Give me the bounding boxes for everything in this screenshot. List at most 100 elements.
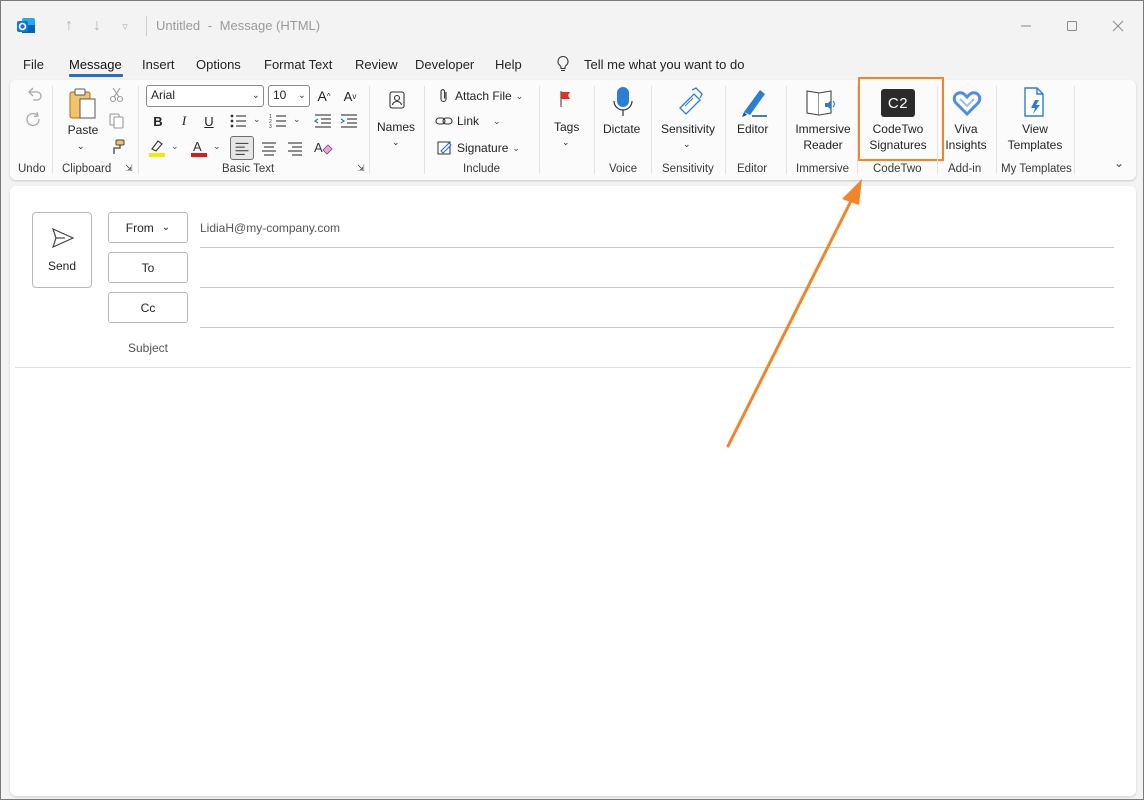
group-label-sensitivity: Sensitivity: [662, 163, 714, 175]
clipboard-launcher-icon[interactable]: ⇲: [125, 163, 133, 174]
italic-button[interactable]: I: [173, 110, 195, 132]
undo-icon[interactable]: [24, 84, 44, 104]
group-label-codetwo: CodeTwo: [873, 163, 922, 175]
chevron-down-icon[interactable]: ⌄: [562, 134, 570, 150]
align-center-icon[interactable]: [257, 136, 281, 160]
immersive-reader-label-line2: Reader: [803, 138, 843, 152]
format-painter-icon[interactable]: [108, 138, 126, 156]
group-divider: [651, 86, 652, 174]
tab-help[interactable]: Help: [495, 57, 522, 72]
to-field[interactable]: [200, 287, 1114, 288]
immersive-reader-button[interactable]: Immersive Reader: [793, 121, 853, 153]
chevron-down-icon[interactable]: ⌄: [392, 134, 400, 150]
tab-file[interactable]: File: [23, 57, 44, 72]
tags-button[interactable]: Tags: [554, 119, 579, 135]
underline-button[interactable]: U: [198, 110, 220, 132]
increase-indent-icon[interactable]: [339, 112, 359, 130]
svg-text:A: A: [193, 139, 202, 154]
address-book-icon[interactable]: [387, 90, 407, 110]
cc-button[interactable]: Cc: [108, 292, 188, 323]
tab-options[interactable]: Options: [196, 57, 241, 72]
grow-font-icon[interactable]: A ^: [313, 85, 335, 107]
tab-message[interactable]: Message: [69, 57, 122, 72]
basic-text-launcher-icon[interactable]: ⇲: [357, 163, 365, 174]
group-label-my-templates: My Templates: [1001, 163, 1072, 175]
group-label-immersive: Immersive: [796, 163, 850, 175]
flag-icon[interactable]: [557, 89, 575, 109]
chevron-down-icon[interactable]: ⌄: [171, 141, 179, 152]
paste-icon[interactable]: [68, 87, 98, 121]
font-name-value: Arial: [151, 88, 176, 102]
chevron-down-icon[interactable]: ⌄: [253, 114, 261, 125]
decrease-indent-icon[interactable]: [313, 112, 333, 130]
microphone-icon[interactable]: [611, 85, 635, 119]
immersive-reader-icon[interactable]: [805, 87, 839, 117]
chevron-down-icon: ⌄: [515, 90, 524, 101]
close-icon[interactable]: [1106, 15, 1130, 37]
view-templates-button[interactable]: View Templates: [1005, 121, 1065, 153]
subject-label: Subject: [127, 341, 169, 355]
chevron-down-icon[interactable]: ⌄: [293, 114, 301, 125]
down-arrow-icon[interactable]: ↓: [87, 16, 107, 36]
highlighter-icon[interactable]: [147, 138, 167, 158]
font-size-combo[interactable]: 10 ⌄: [268, 85, 310, 107]
shrink-font-icon[interactable]: Av: [339, 85, 361, 107]
from-address: LidiaH@my-company.com: [200, 221, 340, 235]
link-button[interactable]: Link ⌄: [435, 114, 501, 128]
link-label: Link: [457, 114, 480, 128]
tell-me-search[interactable]: Tell me what you want to do: [556, 55, 744, 73]
clear-formatting-icon[interactable]: A: [313, 138, 333, 158]
group-divider: [725, 86, 726, 174]
sensitivity-button[interactable]: Sensitivity: [661, 121, 715, 137]
paste-button[interactable]: Paste: [66, 122, 100, 138]
viva-insights-icon[interactable]: [951, 86, 983, 118]
window-title: Untitled - Message (HTML): [156, 18, 320, 33]
tab-review[interactable]: Review: [355, 57, 398, 72]
group-divider: [1074, 86, 1075, 174]
compose-pane: Send From ⌄ LidiaH@my-company.com To Cc …: [10, 186, 1136, 796]
cut-icon[interactable]: [108, 86, 126, 104]
chevron-down-icon[interactable]: ⌄: [683, 136, 691, 152]
font-name-combo[interactable]: Arial ⌄: [146, 85, 264, 107]
viva-insights-button[interactable]: Viva Insights: [943, 121, 989, 153]
align-left-icon[interactable]: [230, 136, 254, 160]
cc-field[interactable]: [200, 327, 1114, 328]
title-bar: ↑ ↓ ▿ Untitled - Message (HTML): [1, 1, 1143, 51]
tab-developer[interactable]: Developer: [415, 57, 474, 72]
view-templates-icon[interactable]: [1021, 86, 1049, 118]
editor-pen-icon[interactable]: [738, 86, 770, 118]
customize-quick-access-icon[interactable]: ▿: [115, 16, 135, 36]
up-arrow-icon[interactable]: ↑: [59, 16, 79, 36]
sensitivity-icon[interactable]: [676, 86, 704, 116]
names-button[interactable]: Names: [377, 119, 415, 135]
bold-button[interactable]: B: [147, 110, 169, 132]
copy-icon[interactable]: [108, 112, 126, 130]
tab-format-text[interactable]: Format Text: [264, 57, 332, 72]
signature-button[interactable]: Signature ⌄: [437, 140, 520, 156]
bullets-icon[interactable]: [229, 112, 249, 130]
send-label: Send: [47, 259, 77, 273]
font-color-icon[interactable]: A: [189, 138, 209, 158]
to-button[interactable]: To: [108, 252, 188, 283]
align-right-icon[interactable]: [283, 136, 307, 160]
redo-icon[interactable]: [24, 110, 44, 130]
chevron-down-icon: ⌄: [493, 115, 501, 126]
immersive-reader-label-line1: Immersive: [795, 122, 851, 136]
numbering-icon[interactable]: 123: [269, 112, 289, 130]
signature-label: Signature: [457, 141, 509, 155]
paste-dropdown-icon[interactable]: ⌄: [77, 138, 85, 154]
group-label-basic-text: Basic Text: [222, 163, 275, 175]
chevron-down-icon[interactable]: ⌄: [213, 141, 221, 152]
tab-insert[interactable]: Insert: [142, 57, 175, 72]
attach-file-button[interactable]: Attach File ⌄: [437, 88, 523, 104]
from-button[interactable]: From ⌄: [108, 212, 188, 243]
chevron-down-icon: ⌄: [297, 90, 306, 101]
send-button[interactable]: Send: [32, 212, 92, 288]
minimize-icon[interactable]: [1014, 15, 1038, 37]
group-label-clipboard: Clipboard: [62, 163, 112, 175]
collapse-ribbon-icon[interactable]: ⌄: [1114, 156, 1124, 170]
group-divider: [369, 86, 370, 174]
maximize-icon[interactable]: [1060, 15, 1084, 37]
dictate-button[interactable]: Dictate: [603, 121, 640, 137]
editor-button[interactable]: Editor: [737, 121, 768, 137]
